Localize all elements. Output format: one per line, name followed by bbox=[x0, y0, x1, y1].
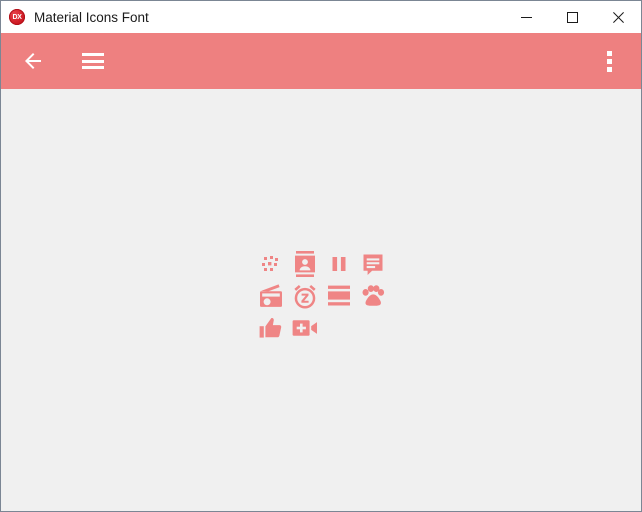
more-vert-icon bbox=[606, 50, 612, 72]
blur-on-icon bbox=[262, 256, 278, 271]
close-icon bbox=[612, 11, 624, 23]
overflow-menu-button[interactable] bbox=[585, 37, 633, 85]
contacts-icon bbox=[295, 251, 315, 277]
title-bar: DX Material Icons Font bbox=[1, 1, 641, 33]
arrow-back-icon bbox=[25, 53, 41, 69]
back-button[interactable] bbox=[9, 37, 57, 85]
icon-cell-blur-on[interactable] bbox=[254, 248, 288, 280]
icon-cell-snooze[interactable] bbox=[288, 280, 322, 312]
app-icon-text: DX bbox=[12, 13, 22, 21]
table-rows-icon bbox=[328, 285, 350, 306]
icon-cell-radio[interactable] bbox=[254, 280, 288, 312]
app-icon: DX bbox=[9, 9, 25, 25]
thumb-up-icon bbox=[259, 318, 282, 338]
maximize-icon bbox=[566, 11, 578, 23]
window-controls bbox=[503, 1, 641, 33]
icon-cell-pause[interactable] bbox=[322, 248, 356, 280]
icon-cell-thumb-up[interactable] bbox=[254, 312, 288, 344]
comment-icon bbox=[363, 254, 383, 275]
radio-icon bbox=[260, 284, 282, 307]
app-bar-left-actions bbox=[9, 37, 117, 85]
pause-icon bbox=[332, 257, 346, 271]
app-bar-right-actions bbox=[585, 37, 633, 85]
icon-cell-video-call[interactable] bbox=[288, 312, 322, 344]
minimize-icon bbox=[520, 16, 532, 18]
icon-cell-contacts[interactable] bbox=[288, 248, 322, 280]
menu-button[interactable] bbox=[69, 37, 117, 85]
icon-cell-comment[interactable] bbox=[356, 248, 390, 280]
icon-grid bbox=[254, 248, 390, 344]
snooze-icon bbox=[294, 284, 316, 308]
hamburger-menu-icon bbox=[82, 53, 104, 69]
close-button[interactable] bbox=[595, 1, 641, 33]
video-call-icon bbox=[292, 320, 317, 336]
minimize-button[interactable] bbox=[503, 1, 549, 33]
window-title: Material Icons Font bbox=[34, 9, 149, 25]
app-window: DX Material Icons Font bbox=[0, 0, 642, 512]
content-area bbox=[1, 89, 641, 511]
icon-cell-table-rows[interactable] bbox=[322, 280, 356, 312]
pets-icon bbox=[362, 285, 385, 306]
icon-cell-pets[interactable] bbox=[356, 280, 390, 312]
app-bar bbox=[1, 33, 641, 89]
maximize-button[interactable] bbox=[549, 1, 595, 33]
